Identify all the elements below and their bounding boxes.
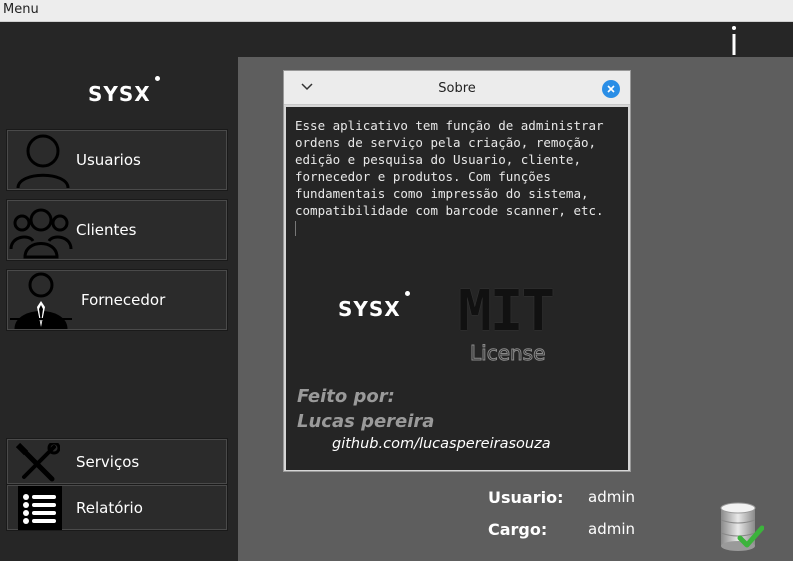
menu-bar: Menu bbox=[0, 0, 793, 22]
dialog-logo: SYSX bbox=[338, 291, 410, 321]
database-ok-icon[interactable] bbox=[718, 500, 764, 552]
sidebar-item-label: Fornecedor bbox=[81, 291, 166, 309]
role-label: Cargo: bbox=[488, 520, 548, 539]
sidebar-item-label: Serviços bbox=[76, 453, 140, 471]
license-logo-text: MIT bbox=[458, 279, 555, 344]
sidebar-item-label: Usuarios bbox=[76, 151, 141, 169]
supplier-icon bbox=[10, 272, 72, 330]
group-icon bbox=[9, 208, 73, 259]
sidebar-item-relatorio[interactable]: Relatório bbox=[6, 484, 228, 531]
user-label: Usuario: bbox=[488, 488, 564, 507]
logo-text: SYSX bbox=[338, 297, 401, 321]
close-button[interactable] bbox=[602, 80, 620, 98]
close-icon bbox=[607, 85, 615, 93]
sidebar-item-servicos[interactable]: Serviços bbox=[6, 438, 228, 485]
user-icon bbox=[16, 134, 70, 189]
made-by-label: Feito por: bbox=[297, 386, 395, 407]
mit-license-logo: MIT License bbox=[458, 279, 574, 369]
github-link[interactable]: github.com/lucaspereirasouza bbox=[332, 436, 551, 452]
sidebar-item-label: Clientes bbox=[76, 221, 137, 239]
menu-item[interactable]: Menu bbox=[3, 2, 39, 17]
author-name: Lucas pereira bbox=[297, 411, 435, 432]
role-value: admin bbox=[588, 520, 635, 538]
logo-text: SYSX bbox=[88, 82, 151, 106]
sidebar-item-label: Relatório bbox=[76, 499, 143, 517]
dialog-body: Esse aplicativo tem função de administra… bbox=[286, 107, 628, 470]
list-icon bbox=[23, 494, 56, 524]
text-caret bbox=[295, 221, 296, 236]
sidebar-item-usuarios[interactable]: Usuarios bbox=[6, 129, 228, 191]
sidebar-item-fornecedor[interactable]: Fornecedor bbox=[6, 269, 228, 331]
about-dialog: Sobre Esse aplicativo tem função de admi… bbox=[283, 70, 631, 472]
license-text: License bbox=[469, 341, 546, 366]
dialog-title: Sobre bbox=[438, 81, 476, 96]
tools-icon bbox=[16, 443, 60, 482]
sidebar: SYSX Usuarios Clientes Fornecedor Serviç… bbox=[0, 57, 238, 561]
user-value: admin bbox=[588, 488, 635, 506]
info-icon[interactable] bbox=[726, 24, 742, 56]
sidebar-item-clientes[interactable]: Clientes bbox=[6, 199, 228, 261]
dialog-titlebar[interactable]: Sobre bbox=[284, 71, 630, 105]
about-description: Esse aplicativo tem função de administra… bbox=[295, 118, 604, 218]
top-strip bbox=[0, 22, 793, 57]
sidebar-logo: SYSX bbox=[88, 76, 160, 106]
